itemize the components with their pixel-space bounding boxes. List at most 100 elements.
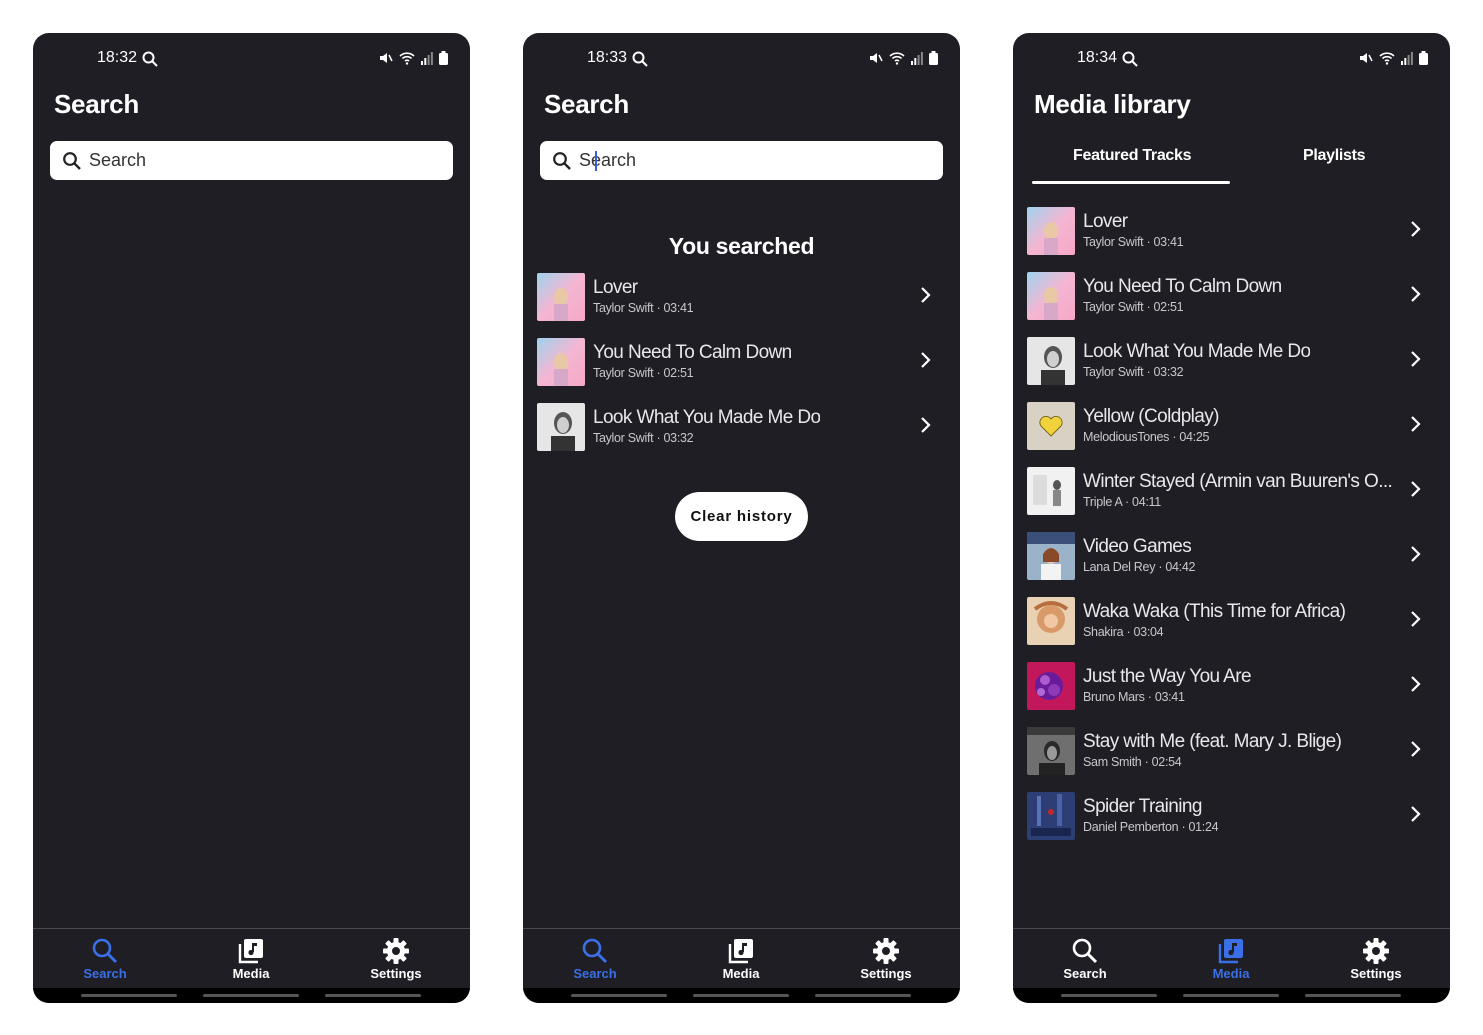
track-title: Look What You Made Me Do <box>1083 341 1311 362</box>
wifi-icon <box>889 52 905 65</box>
nav-search-label: Search <box>573 966 617 981</box>
spider-cover-icon <box>1027 792 1075 840</box>
page-title: Search <box>544 89 629 119</box>
list-item[interactable]: Look What You Made Me Do Taylor Swift · … <box>1013 335 1450 391</box>
page-title: Search <box>54 89 139 119</box>
search-input[interactable] <box>579 150 919 171</box>
list-item[interactable]: Stay with Me (feat. Mary J. Blige) Sam S… <box>1013 725 1450 781</box>
nav-search[interactable]: Search <box>60 937 150 981</box>
list-item[interactable]: You Need To Calm Down Taylor Swift · 02:… <box>1013 270 1450 326</box>
mute-icon <box>870 53 883 63</box>
chevron-right-icon <box>1411 611 1421 627</box>
nav-media[interactable]: Media <box>696 937 786 981</box>
search-icon <box>63 151 81 170</box>
bottom-nav: Search Media Settings <box>33 928 470 988</box>
chevron-right-icon <box>1411 546 1421 562</box>
search-input[interactable] <box>89 150 429 171</box>
gesture-bar <box>33 988 470 1003</box>
track-title: Video Games <box>1083 536 1192 557</box>
nav-media-label: Media <box>232 966 270 981</box>
track-meta: Taylor Swift · 03:32 <box>1083 365 1184 379</box>
signal-icon <box>421 52 433 65</box>
status-search-icon <box>142 51 158 67</box>
media-library-screen: 18:34 Media library Featured Tracks Play… <box>1013 33 1450 1003</box>
active-tab-indicator <box>1032 181 1230 184</box>
search-field[interactable] <box>540 141 943 180</box>
nav-settings[interactable]: Settings <box>1331 937 1421 981</box>
chevron-right-icon <box>1411 351 1421 367</box>
bw-portrait-icon <box>1027 337 1075 385</box>
status-icons <box>1359 51 1428 65</box>
nav-settings[interactable]: Settings <box>841 937 931 981</box>
nav-settings[interactable]: Settings <box>351 937 441 981</box>
track-meta: MelodiousTones · 04:25 <box>1083 430 1210 444</box>
chevron-right-icon <box>1411 806 1421 822</box>
clear-history-button[interactable]: Clear history <box>675 492 808 541</box>
nav-search-label: Search <box>83 966 127 981</box>
gesture-bar <box>523 988 960 1003</box>
light-cover-icon <box>1027 467 1075 515</box>
nav-settings-label: Settings <box>860 966 912 981</box>
tab-featured-tracks[interactable]: Featured Tracks <box>1073 147 1192 165</box>
nav-search[interactable]: Search <box>550 937 640 981</box>
battery-icon <box>439 51 448 65</box>
list-item[interactable]: Winter Stayed (Armin van Buuren's O... T… <box>1013 465 1450 521</box>
search-screen-empty: 18:32 Search Search Media Settings <box>33 33 470 1003</box>
shakira-cover-icon <box>1027 597 1075 645</box>
gear-icon <box>383 938 409 964</box>
search-screen-history: 18:33 Search You searched Lover Taylor S… <box>523 33 960 1003</box>
signal-icon <box>1401 52 1413 65</box>
list-item[interactable]: Waka Waka (This Time for Africa) Shakira… <box>1013 595 1450 651</box>
media-library-icon <box>728 939 753 964</box>
list-item[interactable]: Lover Taylor Swift · 03:41 <box>523 271 960 327</box>
wifi-icon <box>1379 52 1395 65</box>
chevron-right-icon <box>921 287 931 303</box>
list-item[interactable]: Yellow (Coldplay) MelodiousTones · 04:25 <box>1013 400 1450 456</box>
list-item[interactable]: Look What You Made Me Do Taylor Swift · … <box>523 401 960 457</box>
list-item[interactable]: Just the Way You Are Bruno Mars · 03:41 <box>1013 660 1450 716</box>
status-time: 18:32 <box>97 49 138 66</box>
track-title: Yellow (Coldplay) <box>1083 406 1219 427</box>
list-item[interactable]: Lover Taylor Swift · 03:41 <box>1013 205 1450 261</box>
status-search-icon <box>632 51 648 67</box>
nav-search[interactable]: Search <box>1040 937 1130 981</box>
status-time: 18:33 <box>587 49 628 66</box>
status-icons <box>869 51 938 65</box>
search-field[interactable] <box>50 141 453 180</box>
chevron-right-icon <box>1411 416 1421 432</box>
list-item[interactable]: Video Games Lana Del Rey · 04:42 <box>1013 530 1450 586</box>
search-icon <box>582 938 608 964</box>
media-library-icon <box>1218 939 1243 964</box>
track-meta: Taylor Swift · 03:41 <box>1083 235 1184 249</box>
tab-playlists[interactable]: Playlists <box>1303 147 1366 165</box>
media-library-icon <box>238 939 263 964</box>
status-bar: 18:32 <box>33 33 470 85</box>
page-title: Media library <box>1034 89 1191 119</box>
nav-media[interactable]: Media <box>1186 937 1276 981</box>
nav-media[interactable]: Media <box>206 937 296 981</box>
bw-portrait-icon <box>537 403 585 451</box>
pink-cover-icon <box>537 273 585 321</box>
track-meta: Lana Del Rey · 04:42 <box>1083 560 1196 574</box>
track-title: Stay with Me (feat. Mary J. Blige) <box>1083 731 1342 752</box>
battery-icon <box>929 51 938 65</box>
pink-cover-icon <box>537 338 585 386</box>
flower-cover-icon <box>1027 662 1075 710</box>
bottom-nav: Search Media Settings <box>1013 928 1450 988</box>
track-title: Winter Stayed (Armin van Buuren's O... <box>1083 471 1393 492</box>
section-heading: You searched <box>668 233 815 259</box>
chevron-right-icon <box>1411 481 1421 497</box>
gear-icon <box>1363 938 1389 964</box>
lana-cover-icon <box>1027 532 1075 580</box>
text-caret <box>595 151 597 171</box>
list-item[interactable]: You Need To Calm Down Taylor Swift · 02:… <box>523 336 960 392</box>
list-item[interactable]: Spider Training Daniel Pemberton · 01:24 <box>1013 790 1450 846</box>
track-meta: Daniel Pemberton · 01:24 <box>1083 820 1219 834</box>
mute-icon <box>380 53 393 63</box>
gesture-bar <box>1013 988 1450 1003</box>
wifi-icon <box>399 52 415 65</box>
nav-media-label: Media <box>722 966 760 981</box>
track-meta: Triple A · 04:11 <box>1083 495 1161 509</box>
status-bar: 18:33 <box>523 33 960 85</box>
nav-settings-label: Settings <box>370 966 422 981</box>
